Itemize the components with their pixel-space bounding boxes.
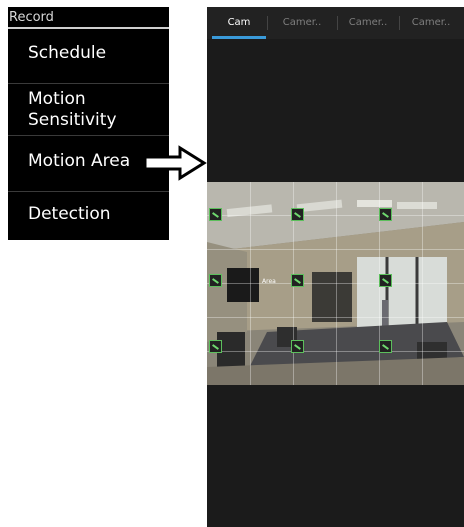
motion-area-marker-icon[interactable]: [209, 274, 222, 287]
menu-item-label-line-1: Motion: [28, 89, 86, 109]
camera-feed[interactable]: Area: [207, 182, 464, 385]
grid-line: [207, 249, 464, 250]
motion-area-marker-icon[interactable]: [291, 340, 304, 353]
grid-line: [207, 317, 464, 318]
menu-divider: [8, 135, 169, 136]
tab-separator: [399, 16, 400, 30]
menu-item-detection[interactable]: Detection: [8, 204, 169, 234]
camera-tab-bar: Cam Camer.. Camer.. Camer..: [207, 7, 464, 39]
menu-item-label-line-2: Sensitivity: [28, 110, 117, 130]
tab-camera-2[interactable]: Camer..: [269, 7, 335, 39]
motion-area-marker-icon[interactable]: [291, 274, 304, 287]
motion-area-marker-icon[interactable]: [291, 208, 304, 221]
camera-screen: Cam Camer.. Camer.. Camer.. Area: [207, 7, 464, 527]
motion-area-marker-icon[interactable]: [379, 208, 392, 221]
menu-item-label: Detection: [28, 204, 111, 224]
motion-area-marker-icon[interactable]: [379, 274, 392, 287]
grid-line: [207, 351, 464, 352]
menu-divider: [8, 191, 169, 192]
menu-item-label: Schedule: [28, 43, 107, 63]
motion-area-marker-icon[interactable]: [209, 340, 222, 353]
active-tab-indicator: [212, 36, 266, 39]
menu-item-label: Motion Area: [28, 151, 131, 171]
tab-separator: [267, 16, 268, 30]
area-label: Area: [262, 278, 276, 285]
record-menu-panel: Record Schedule Motion Sensitivity Motio…: [8, 7, 169, 240]
menu-item-schedule[interactable]: Schedule: [8, 43, 169, 79]
grid-line: [207, 283, 464, 284]
grid-line: [207, 215, 464, 216]
motion-area-marker-icon[interactable]: [209, 208, 222, 221]
tab-camera-1[interactable]: Cam: [212, 7, 266, 39]
tab-camera-4[interactable]: Camer..: [401, 7, 461, 39]
motion-area-marker-icon[interactable]: [379, 340, 392, 353]
right-arrow-icon: [143, 145, 207, 181]
tab-separator: [337, 16, 338, 30]
menu-divider: [8, 83, 169, 84]
menu-header: Record: [8, 7, 169, 29]
menu-item-motion-sensitivity[interactable]: Motion Sensitivity: [8, 89, 169, 137]
tab-camera-3[interactable]: Camer..: [339, 7, 397, 39]
